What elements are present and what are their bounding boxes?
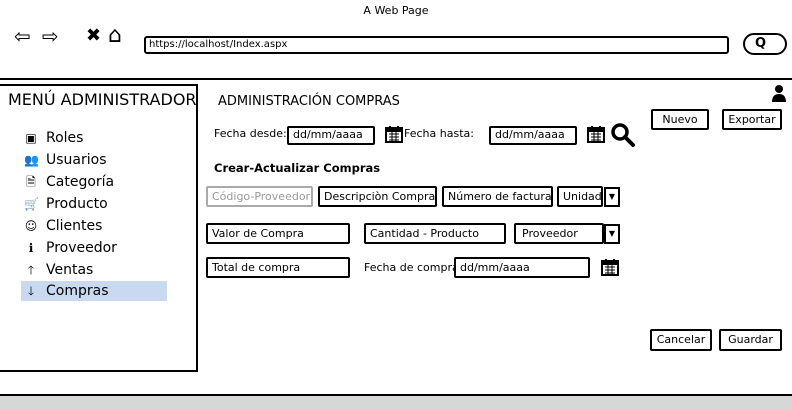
sidebar-item-categoria[interactable]: 🗎 Categoría — [24, 172, 114, 192]
smiley-icon: ☺ — [24, 219, 38, 233]
calendar-icon[interactable] — [601, 258, 619, 276]
search-icon[interactable]: Q — [743, 33, 787, 55]
sidebar-item-roles[interactable]: ▣ Roles — [24, 128, 83, 148]
sidebar-item-label: Usuarios — [46, 152, 107, 168]
close-icon[interactable]: ✖ — [86, 26, 101, 46]
forward-icon[interactable]: ⇨ — [42, 26, 59, 46]
sidebar-item-producto[interactable]: 🛒 Producto — [24, 194, 108, 214]
chevron-down-icon[interactable]: ▼ — [604, 187, 620, 207]
cart-icon: 🛒 — [24, 197, 39, 211]
numero-factura-field[interactable]: Número de factura — [442, 186, 553, 207]
arrow-down-icon: 🡓 — [27, 284, 35, 298]
fecha-hasta-input[interactable]: dd/mm/aaaa — [489, 126, 577, 145]
status-bar — [0, 394, 792, 410]
sidebar-item-usuarios[interactable]: 👥 Usuarios — [24, 150, 107, 170]
calendar-icon[interactable] — [587, 125, 605, 143]
guardar-button[interactable]: Guardar — [719, 329, 782, 351]
section-title: ADMINISTRACIÓN COMPRAS — [218, 94, 400, 109]
calendar-icon[interactable] — [385, 125, 403, 143]
browser-title: A Web Page — [363, 4, 429, 17]
sidebar-item-label: Compras — [46, 283, 109, 299]
info-icon: ℹ — [28, 241, 34, 255]
sidebar-item-label: Ventas — [46, 262, 94, 278]
descripcion-compra-field[interactable]: Descripciòn Compra — [318, 186, 437, 207]
users-icon: 👥 — [24, 153, 39, 167]
user-icon[interactable] — [771, 84, 787, 102]
roles-icon: ▣ — [25, 131, 37, 145]
sidebar-item-compras[interactable]: 🡓 Compras — [21, 281, 167, 301]
sidebar-item-label: Categoría — [46, 174, 115, 190]
sidebar-item-ventas[interactable]: 🡑 Ventas — [24, 260, 93, 280]
valor-compra-field[interactable]: Valor de Compra — [206, 223, 350, 244]
document-icon: 🗎 — [26, 175, 36, 189]
back-icon[interactable]: ⇦ — [14, 26, 31, 46]
fecha-compra-label: Fecha de compra — [364, 261, 459, 274]
sidebar-title: MENÚ ADMINISTRADOR — [8, 90, 197, 109]
total-compra-field[interactable]: Total de compra — [206, 257, 350, 278]
sidebar-item-label: Roles — [46, 130, 84, 146]
home-icon[interactable]: ⌂ — [108, 25, 122, 47]
sidebar-item-proveedor[interactable]: ℹ Proveedor — [24, 238, 117, 258]
unidad-select[interactable]: Unidad — [557, 186, 603, 207]
crear-actualizar-heading: Crear-Actualizar Compras — [214, 161, 381, 175]
fecha-hasta-label: Fecha hasta: — [404, 127, 474, 140]
url-bar[interactable]: https://localhost/Index.aspx — [144, 36, 729, 54]
sidebar-item-clientes[interactable]: ☺ Clientes — [24, 216, 103, 236]
cancelar-button[interactable]: Cancelar — [650, 329, 712, 351]
fecha-desde-input[interactable]: dd/mm/aaaa — [287, 126, 375, 145]
search-icon[interactable] — [610, 122, 636, 148]
fecha-compra-input[interactable]: dd/mm/aaaa — [454, 257, 590, 278]
sidebar-item-label: Clientes — [46, 218, 103, 234]
chevron-down-icon[interactable]: ▼ — [604, 224, 620, 244]
codigo-proveedor-field[interactable]: Código-Proveedor — [206, 186, 313, 207]
proveedor-select[interactable]: Proveedor — [514, 223, 604, 244]
cantidad-producto-field[interactable]: Cantidad - Producto — [364, 223, 506, 244]
sidebar-item-label: Producto — [46, 196, 108, 212]
fecha-desde-label: Fecha desde: — [214, 127, 287, 140]
nuevo-button[interactable]: Nuevo — [651, 109, 709, 130]
arrow-up-icon: 🡑 — [27, 263, 35, 277]
sidebar-item-label: Proveedor — [46, 240, 117, 256]
exportar-button[interactable]: Exportar — [722, 109, 782, 130]
